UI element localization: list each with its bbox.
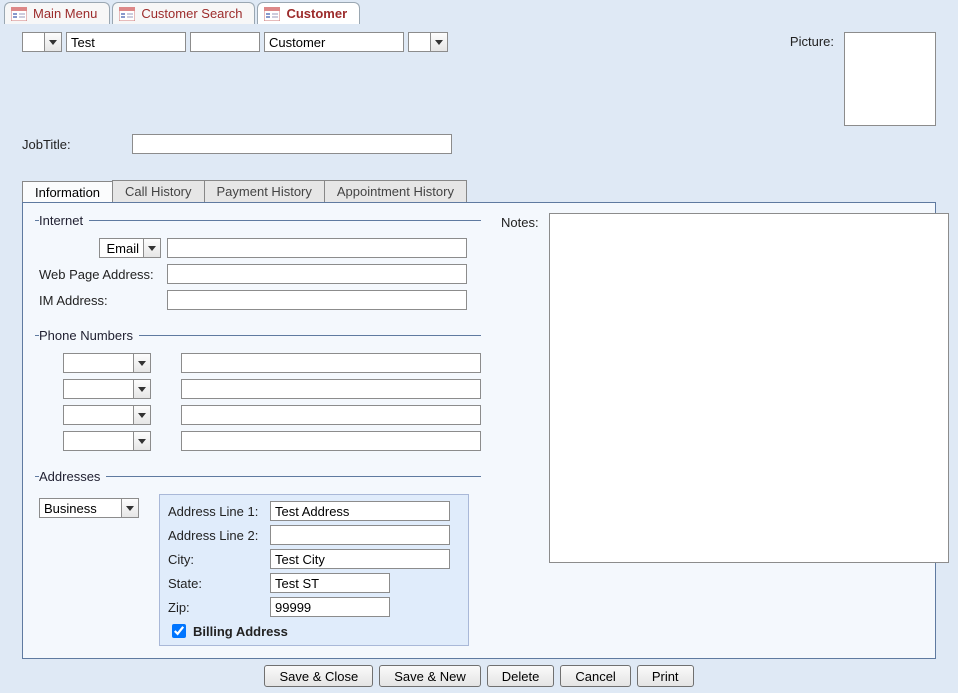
- phone-group: Phone Numbers: [35, 328, 481, 457]
- nav-tab-main-menu[interactable]: Main Menu: [4, 2, 110, 24]
- save-close-button[interactable]: Save & Close: [264, 665, 373, 687]
- information-panel: Internet Web Page Address:: [22, 202, 936, 659]
- dropdown-icon[interactable]: [44, 32, 62, 52]
- zip-label: Zip:: [168, 600, 264, 615]
- picture-box[interactable]: [844, 32, 936, 126]
- phone-legend: Phone Numbers: [39, 328, 139, 343]
- internet-group: Internet Web Page Address:: [35, 213, 481, 316]
- dropdown-icon[interactable]: [133, 431, 151, 451]
- addr-line2-label: Address Line 2:: [168, 528, 264, 543]
- jobtitle-label: JobTitle:: [22, 137, 112, 152]
- city-label: City:: [168, 552, 264, 567]
- action-button-row: Save & Close Save & New Delete Cancel Pr…: [22, 665, 936, 687]
- address-type-input[interactable]: [39, 498, 121, 518]
- phone-number-input[interactable]: [181, 405, 481, 425]
- email-type-input[interactable]: [99, 238, 143, 258]
- picture-label: Picture:: [790, 32, 834, 49]
- phone-number-input[interactable]: [181, 431, 481, 451]
- form-icon: [11, 7, 27, 21]
- phone-type-combo[interactable]: [63, 353, 151, 373]
- web-address-input[interactable]: [167, 264, 467, 284]
- dropdown-icon[interactable]: [143, 238, 161, 258]
- phone-row: [39, 431, 481, 451]
- zip-input[interactable]: [270, 597, 390, 617]
- addr-line1-input[interactable]: [270, 501, 450, 521]
- tab-label: Information: [35, 185, 100, 200]
- tab-information[interactable]: Information: [22, 181, 113, 203]
- internet-legend: Internet: [39, 213, 89, 228]
- delete-button[interactable]: Delete: [487, 665, 555, 687]
- tab-appointment-history[interactable]: Appointment History: [324, 180, 467, 202]
- tab-payment-history[interactable]: Payment History: [204, 180, 325, 202]
- title-input[interactable]: [22, 32, 44, 52]
- web-label: Web Page Address:: [39, 267, 161, 282]
- inner-tab-bar: Information Call History Payment History…: [22, 180, 936, 202]
- nav-tab-label: Customer Search: [141, 6, 242, 21]
- last-name-input[interactable]: [264, 32, 404, 52]
- dropdown-icon[interactable]: [133, 379, 151, 399]
- phone-type-combo[interactable]: [63, 405, 151, 425]
- cancel-button[interactable]: Cancel: [560, 665, 630, 687]
- suffix-input[interactable]: [408, 32, 430, 52]
- form-icon: [264, 7, 280, 21]
- dropdown-icon[interactable]: [133, 405, 151, 425]
- title-combo[interactable]: [22, 32, 62, 52]
- phone-row: [39, 379, 481, 399]
- im-label: IM Address:: [39, 293, 161, 308]
- save-new-button[interactable]: Save & New: [379, 665, 481, 687]
- jobtitle-input[interactable]: [132, 134, 452, 154]
- email-input[interactable]: [167, 238, 467, 258]
- im-address-input[interactable]: [167, 290, 467, 310]
- tab-label: Call History: [125, 184, 191, 199]
- address-legend: Addresses: [39, 469, 106, 484]
- nav-tab-customer-search[interactable]: Customer Search: [112, 2, 255, 24]
- suffix-combo[interactable]: [408, 32, 448, 52]
- phone-row: [39, 405, 481, 425]
- phone-number-input[interactable]: [181, 353, 481, 373]
- phone-number-input[interactable]: [181, 379, 481, 399]
- nav-tab-bar: Main Menu Customer Search Customer: [0, 0, 958, 24]
- nav-tab-label: Main Menu: [33, 6, 97, 21]
- phone-row: [39, 353, 481, 373]
- billing-label: Billing Address: [193, 624, 288, 639]
- addr-line2-input[interactable]: [270, 525, 450, 545]
- nav-tab-customer[interactable]: Customer: [257, 2, 360, 24]
- email-type-combo[interactable]: [99, 238, 161, 258]
- phone-type-combo[interactable]: [63, 379, 151, 399]
- address-type-combo[interactable]: [39, 498, 139, 518]
- billing-checkbox[interactable]: [172, 624, 186, 638]
- addr-line1-label: Address Line 1:: [168, 504, 264, 519]
- form-icon: [119, 7, 135, 21]
- phone-type-combo[interactable]: [63, 431, 151, 451]
- city-input[interactable]: [270, 549, 450, 569]
- print-button[interactable]: Print: [637, 665, 694, 687]
- state-input[interactable]: [270, 573, 390, 593]
- tab-label: Payment History: [217, 184, 312, 199]
- notes-label: Notes:: [501, 213, 539, 563]
- middle-name-input[interactable]: [190, 32, 260, 52]
- tab-call-history[interactable]: Call History: [112, 180, 204, 202]
- state-label: State:: [168, 576, 264, 591]
- address-group: Addresses Address Line 1: Address Line 2…: [35, 469, 481, 646]
- tab-label: Appointment History: [337, 184, 454, 199]
- first-name-input[interactable]: [66, 32, 186, 52]
- address-box: Address Line 1: Address Line 2: City: St…: [159, 494, 469, 646]
- dropdown-icon[interactable]: [133, 353, 151, 373]
- dropdown-icon[interactable]: [121, 498, 139, 518]
- dropdown-icon[interactable]: [430, 32, 448, 52]
- notes-textarea[interactable]: [549, 213, 949, 563]
- nav-tab-label: Customer: [286, 6, 347, 21]
